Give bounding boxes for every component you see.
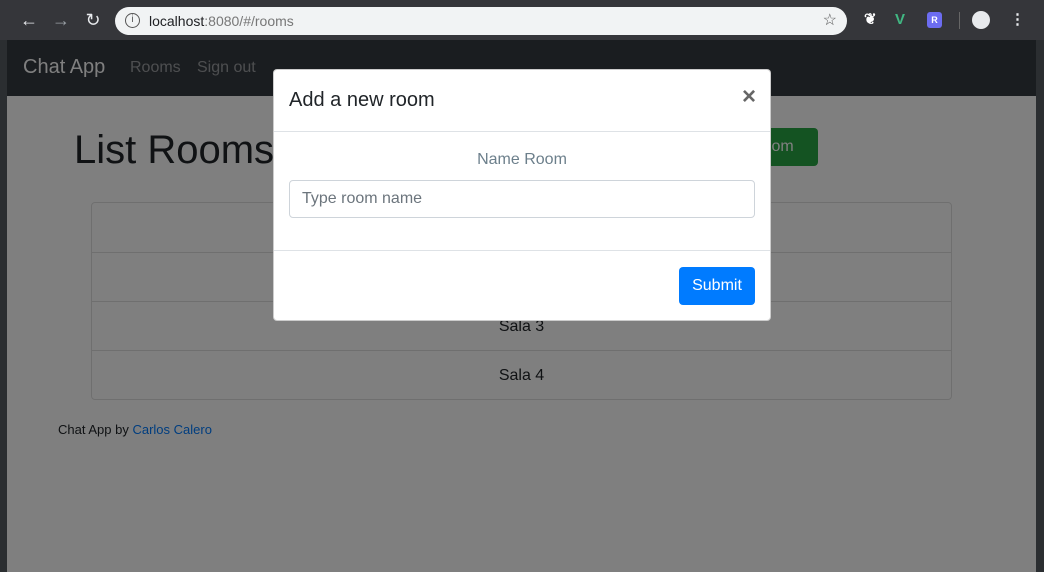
room-name-input[interactable] xyxy=(289,180,755,218)
url-text: localhost:8080/#/rooms xyxy=(149,7,294,35)
forward-icon[interactable]: → xyxy=(49,8,73,32)
modal-header: Add a new room × xyxy=(274,70,770,132)
extension-gnome-icon[interactable]: ❦ xyxy=(864,10,877,30)
modal-title: Add a new room xyxy=(289,89,435,111)
vue-devtools-icon[interactable]: V xyxy=(895,10,905,30)
page-viewport: Chat App Rooms Sign out List Rooms Add r… xyxy=(7,40,1036,572)
modal-body: Name Room xyxy=(274,132,770,251)
address-bar[interactable]: i localhost:8080/#/rooms ☆ xyxy=(115,7,847,35)
info-icon[interactable]: i xyxy=(125,13,140,28)
close-icon[interactable]: × xyxy=(742,84,756,110)
reload-icon[interactable]: ↻ xyxy=(81,8,105,32)
url-host: localhost xyxy=(149,13,205,29)
add-room-modal: Add a new room × Name Room Submit xyxy=(273,69,771,321)
url-path: :8080/#/rooms xyxy=(204,13,294,29)
profile-icon[interactable] xyxy=(972,11,990,29)
submit-button[interactable]: Submit xyxy=(679,267,755,305)
browser-toolbar: ← → ↻ i localhost:8080/#/rooms ☆ ❦ V R ⋮ xyxy=(0,0,1044,40)
toolbar-divider xyxy=(959,12,960,29)
extension-r-icon[interactable]: R xyxy=(927,12,942,28)
menu-dots-icon[interactable]: ⋮ xyxy=(1010,10,1025,30)
name-room-label: Name Room xyxy=(477,151,567,168)
back-icon[interactable]: ← xyxy=(17,8,41,32)
bookmark-star-icon[interactable]: ☆ xyxy=(823,7,837,35)
